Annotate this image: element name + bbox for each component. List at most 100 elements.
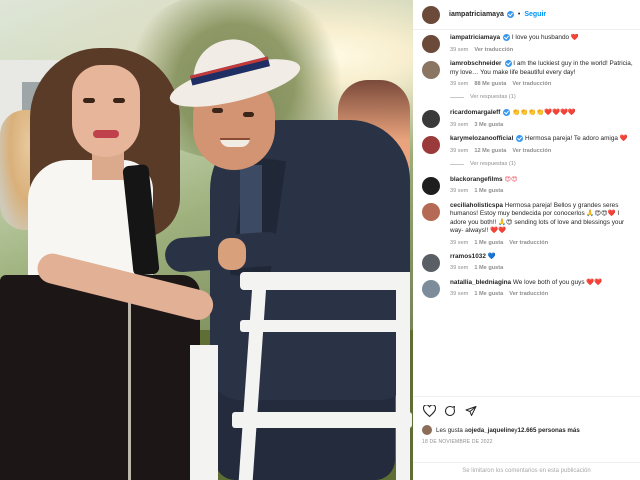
commenter-avatar[interactable] bbox=[422, 279, 440, 298]
likes-prefix: Les gusta a bbox=[436, 426, 468, 434]
commenter-avatar[interactable] bbox=[422, 253, 440, 272]
comment-emojis: 😍😍 bbox=[504, 176, 518, 183]
comment-item: natallia_bledniagina We love both of you… bbox=[422, 279, 634, 298]
comment-time: 39 sem bbox=[450, 81, 469, 87]
comment-likes-count[interactable]: 3 Me gusta bbox=[474, 122, 503, 128]
comment-item: blackorangefilms 😍😍 39 sem 1 Me gusta bbox=[422, 176, 634, 195]
verified-badge-icon bbox=[503, 34, 511, 41]
commenter-avatar[interactable] bbox=[422, 203, 440, 221]
header-separator: • bbox=[517, 11, 521, 18]
comment-meta: 39 sem 1 Me gusta bbox=[450, 188, 634, 194]
view-replies-button[interactable]: Ver respuestas (1) bbox=[450, 161, 634, 167]
comment-body: blackorangefilms 😍😍 39 sem 1 Me gusta bbox=[450, 176, 634, 195]
comment-item: iamrobschneider I am the luckiest guy in… bbox=[422, 60, 634, 87]
translate-link[interactable]: Ver traducción bbox=[509, 240, 548, 246]
comment-likes-count[interactable]: 12 Me gusta bbox=[474, 148, 506, 154]
action-icons-row bbox=[422, 404, 631, 418]
follow-button[interactable]: Seguir bbox=[524, 11, 546, 18]
comment-text: blackorangefilms 😍😍 bbox=[450, 176, 634, 184]
comment-likes-count[interactable]: 1 Me gusta bbox=[474, 265, 503, 271]
comment-meta: 39 sem 3 Me gusta bbox=[450, 122, 634, 128]
comment-emojis: 💙 bbox=[487, 252, 496, 260]
comment-item: ricardomargaleff 👏👏👏👏❤️❤️❤️❤️ 39 sem 3 Me … bbox=[422, 109, 634, 128]
comment-body: ceciliaholisticspa Hermosa pareja! Bello… bbox=[450, 202, 634, 246]
comment-emojis: 👏👏👏👏❤️❤️❤️❤️ bbox=[512, 109, 576, 117]
photo-woman-eye bbox=[113, 98, 125, 103]
translate-link[interactable]: Ver traducción bbox=[512, 81, 551, 87]
comment-likes-count[interactable]: 88 Me gusta bbox=[474, 81, 506, 87]
comment-item: iampatriciamaya I love you husbando ❤️ 39… bbox=[422, 34, 634, 53]
commenter-avatar[interactable] bbox=[422, 136, 440, 154]
comment-body: natallia_bledniagina We love both of you… bbox=[450, 279, 634, 298]
replies-label[interactable]: Ver respuestas (1) bbox=[470, 161, 516, 167]
commenter-avatar[interactable] bbox=[422, 110, 440, 128]
comment-item: karymelozanoofficial Hermosa pareja! Te … bbox=[422, 135, 634, 154]
comment-body: iamrobschneider I am the luckiest guy in… bbox=[450, 60, 634, 87]
commenter-username[interactable]: natallia_bledniagina bbox=[450, 279, 511, 286]
comment-time: 39 sem bbox=[450, 121, 469, 128]
comment-message: Hermosa pareja! Te adoro amiga bbox=[525, 135, 618, 143]
view-replies-button[interactable]: Ver respuestas (1) bbox=[450, 94, 634, 100]
comment-time: 39 sem bbox=[450, 291, 469, 298]
comment-meta: 39 sem 1 Me gusta bbox=[450, 265, 634, 271]
liker-username[interactable]: ojeda_jaqueline bbox=[468, 427, 514, 434]
author-avatar[interactable] bbox=[422, 5, 440, 24]
comment-text: ceciliaholisticspa Hermosa pareja! Bello… bbox=[450, 202, 634, 236]
comment-meta: 39 sem Ver traducción bbox=[450, 47, 634, 53]
photo-man-hand bbox=[218, 238, 246, 270]
photo-chair-seat bbox=[232, 412, 412, 428]
photo-chair-front bbox=[190, 345, 218, 480]
comment-time: 39 sem bbox=[450, 265, 469, 272]
commenter-username[interactable]: karymelozanoofficial bbox=[450, 135, 513, 142]
post-actions: Les gusta a ojeda_jaqueline y 12.665 per… bbox=[413, 396, 640, 445]
comment-likes-count[interactable]: 1 Me gusta bbox=[474, 240, 503, 246]
comment-message: We love both of you guys bbox=[512, 278, 585, 286]
photo-man-eye bbox=[212, 108, 223, 113]
comment-time: 39 sem bbox=[450, 188, 469, 195]
commenter-username[interactable]: ceciliaholisticspa bbox=[450, 202, 503, 209]
verified-badge-icon bbox=[504, 60, 512, 67]
commenter-username[interactable]: ricardomargaleff bbox=[450, 109, 500, 116]
replies-line bbox=[450, 96, 464, 98]
post-date: 18 DE NOVIEMBRE DE 2022 bbox=[422, 439, 493, 445]
comment-text: natallia_bledniagina We love both of you… bbox=[450, 279, 634, 287]
likes-summary[interactable]: Les gusta a ojeda_jaqueline y 12.665 per… bbox=[422, 425, 631, 435]
commenter-username[interactable]: blackorangefilms bbox=[450, 176, 503, 183]
photo-man-smile bbox=[220, 138, 250, 147]
translate-link[interactable]: Ver traducción bbox=[474, 47, 513, 53]
commenter-avatar[interactable] bbox=[422, 61, 440, 79]
translate-link[interactable]: Ver traducción bbox=[512, 148, 551, 154]
commenter-username[interactable]: iampatriciamaya bbox=[450, 34, 500, 41]
photo-woman-lips bbox=[93, 130, 119, 138]
comment-likes-count[interactable]: 1 Me gusta bbox=[474, 188, 503, 194]
commenter-avatar[interactable] bbox=[422, 35, 440, 53]
comment-icon[interactable] bbox=[443, 404, 457, 418]
translate-link[interactable]: Ver traducción bbox=[509, 291, 548, 297]
commenter-username[interactable]: iamrobschneider bbox=[450, 60, 502, 67]
comment-text: rramos1032 💙 bbox=[450, 253, 634, 261]
post-header: iampatriciamaya • Seguir bbox=[413, 0, 640, 30]
heart-outline-icon[interactable] bbox=[422, 404, 436, 418]
comment-body: karymelozanoofficial Hermosa pareja! Te … bbox=[450, 135, 634, 154]
author-username[interactable]: iampatriciamaya bbox=[449, 11, 504, 18]
comment-likes-count[interactable]: 1 Me gusta bbox=[474, 291, 503, 297]
comment-body: rramos1032 💙 39 sem 1 Me gusta bbox=[450, 253, 634, 272]
commenter-username[interactable]: rramos1032 bbox=[450, 253, 486, 260]
liker-avatar bbox=[422, 425, 432, 435]
comment-time: 39 sem bbox=[450, 147, 469, 154]
photo-sofa-trim bbox=[128, 290, 131, 480]
comment-time: 39 sem bbox=[450, 239, 469, 246]
comment-text: iampatriciamaya I love you husbando ❤️ bbox=[450, 34, 634, 43]
comment-meta: 39 sem 88 Me gusta Ver traducción bbox=[450, 81, 634, 87]
comment-body: iampatriciamaya I love you husbando ❤️ 39… bbox=[450, 34, 634, 53]
comments-list[interactable]: iampatriciamaya I love you husbando ❤️ 39… bbox=[413, 34, 640, 396]
photo-man-eye bbox=[243, 112, 254, 117]
replies-label[interactable]: Ver respuestas (1) bbox=[470, 94, 516, 100]
comment-meta: 39 sem 1 Me gusta Ver traducción bbox=[450, 291, 634, 297]
likes-count[interactable]: 12.665 personas más bbox=[518, 427, 580, 434]
post-photo[interactable] bbox=[0, 0, 413, 480]
comment-message: I love you husbando bbox=[511, 34, 570, 42]
heart-emoji-icon: ❤️ bbox=[619, 135, 628, 143]
paper-plane-icon[interactable] bbox=[464, 404, 478, 418]
commenter-avatar[interactable] bbox=[422, 177, 440, 195]
